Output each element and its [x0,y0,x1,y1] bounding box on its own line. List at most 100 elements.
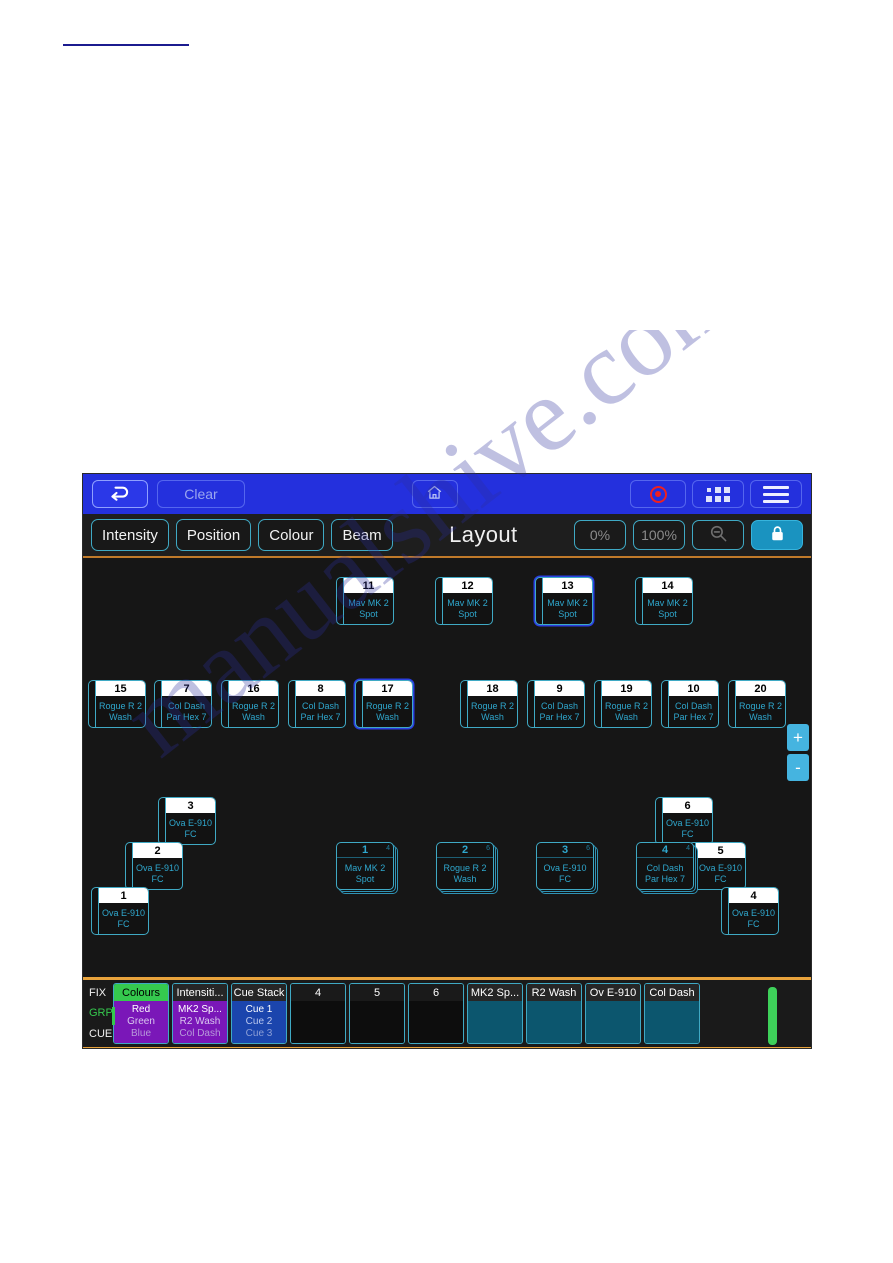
intensity-zero-button[interactable]: 0% [574,520,626,550]
group-tile-face: 1 4 Mav MK 2 Spot [336,842,394,890]
fixture-tile[interactable]: 8 Col Dash Par Hex 7 [288,680,346,728]
fixture-tile[interactable]: 3 Ova E-910 FC [158,797,216,845]
playback-column[interactable]: MK2 Sp... [467,983,523,1044]
fixture-intensity-strip [126,843,133,889]
fixture-tile[interactable]: 10 Col Dash Par Hex 7 [661,680,719,728]
record-button[interactable] [630,480,686,508]
document-page: manualshive.com Clear Intensity Position… [0,0,893,1263]
fixture-tile[interactable]: 19 Rogue R 2 Wash [594,680,652,728]
zoom-out-button[interactable] [692,520,744,550]
fixture-tile[interactable]: 12 Mav MK 2 Spot [435,577,493,625]
playback-item: Green [127,1016,155,1027]
fixture-type: Rogue R 2 Wash [231,700,276,722]
lighting-console-screenshot: Clear Intensity Position Colour Beam Lay… [82,473,812,1049]
undo-arrow-icon [109,485,131,504]
group-tile[interactable]: 2 6 Rogue R 2 Wash [436,842,498,894]
fixture-tile[interactable]: 16 Rogue R 2 Wash [221,680,279,728]
playback-column-body [468,1001,522,1043]
fixture-tile[interactable]: 9 Col Dash Par Hex 7 [527,680,585,728]
fixture-intensity-strip [356,681,363,727]
fixture-number: 12 [443,578,492,593]
playback-column-body [350,1001,404,1043]
fixture-intensity-strip [436,578,443,624]
group-number: 14 [337,843,393,858]
fixture-tile[interactable]: 4 Ova E-910 FC [721,887,779,935]
playback-column[interactable]: R2 Wash [526,983,582,1044]
playback-column[interactable]: Colours Red Green Blue [113,983,169,1044]
playback-mode-fix[interactable]: FIX [89,987,106,999]
fixture-type: Rogue R 2 Wash [738,700,783,722]
playback-column-header: Cue Stack [232,984,286,1001]
grand-master-fader[interactable] [768,987,777,1045]
intensity-full-button[interactable]: 100% [633,520,685,550]
fixture-type: Ova E-910 FC [665,817,710,839]
fixture-number: 14 [643,578,692,593]
fixture-tile[interactable]: 7 Col Dash Par Hex 7 [154,680,212,728]
fixture-tile[interactable]: 6 Ova E-910 FC [655,797,713,845]
fixture-type: Mav MK 2 Spot [647,597,688,619]
home-button[interactable] [411,480,458,508]
fixture-tile[interactable]: 13 Mav MK 2 Spot [535,577,593,625]
page-title: Layout [449,522,518,547]
zoom-in-button[interactable]: + [787,724,809,751]
tab-intensity[interactable]: Intensity [91,519,169,551]
zoom-out-step-button[interactable]: - [787,754,809,781]
group-tile[interactable]: 3 6 Ova E-910 FC [536,842,598,894]
intensity-zero-label: 0% [589,527,611,543]
playback-item: Cue 3 [245,1028,273,1039]
fixture-type: Rogue R 2 Wash [98,700,143,722]
menu-button[interactable] [750,480,802,508]
group-tile[interactable]: 1 4 Mav MK 2 Spot [336,842,398,894]
group-tile[interactable]: 4 4 Col Dash Par Hex 7 [636,842,698,894]
playback-column[interactable]: Ov E-910 [585,983,641,1044]
playback-column-body [409,1001,463,1043]
playback-column[interactable]: 5 [349,983,405,1044]
back-button[interactable] [92,480,148,508]
tab-position[interactable]: Position [175,519,252,551]
fixture-number: 10 [669,681,718,696]
fixture-number: 6 [663,798,712,813]
playback-item: Cue 2 [245,1016,273,1027]
attribute-toolbar: Intensity Position Colour Beam Layout 0%… [83,514,811,558]
playback-mode-cue[interactable]: CUE [89,1028,112,1040]
fixture-type: Ova E-910 FC [101,907,146,929]
fixture-intensity-strip [92,888,99,934]
fixture-tile[interactable]: 15 Rogue R 2 Wash [88,680,146,728]
playback-mode-grp[interactable]: GRP [89,1007,113,1019]
tab-beam[interactable]: Beam [331,519,393,551]
fixture-intensity-strip [289,681,296,727]
grid-view-button[interactable] [692,480,744,508]
fixture-tile[interactable]: 20 Rogue R 2 Wash [728,680,786,728]
fixture-tile[interactable]: 14 Mav MK 2 Spot [635,577,693,625]
fixture-type: Col Dash Par Hex 7 [300,700,341,722]
playback-column[interactable]: 6 [408,983,464,1044]
group-fixture-count: 4 [386,845,390,852]
clear-button[interactable]: Clear [157,480,245,508]
fixture-type: Ova E-910 FC [135,862,180,884]
fixture-tile[interactable]: 17 Rogue R 2 Wash [355,680,413,728]
playback-column-header: 5 [350,984,404,1001]
playback-column-body [291,1001,345,1043]
fixture-intensity-strip [155,681,162,727]
tab-colour-label: Colour [269,526,314,544]
playback-column[interactable]: 4 [290,983,346,1044]
playback-column[interactable]: Col Dash [644,983,700,1044]
playback-column-header: Col Dash [645,984,699,1001]
fixture-tile[interactable]: 1 Ova E-910 FC [91,887,149,935]
lock-icon [770,525,785,545]
playback-column[interactable]: Intensiti... MK2 Sp... R2 Wash Col Dash [172,983,228,1044]
fixture-tile[interactable]: 11 Mav MK 2 Spot [336,577,394,625]
fixture-tile[interactable]: 18 Rogue R 2 Wash [460,680,518,728]
fixture-number: 4 [729,888,778,903]
fixture-number: 1 [99,888,148,903]
fixture-tile[interactable]: 2 Ova E-910 FC [125,842,183,890]
fixture-number: 16 [229,681,278,696]
layout-canvas[interactable]: + - 11 Mav MK 2 Spot 12 Mav MK 2 Spot 13 Mav MK… [83,558,811,977]
tab-colour[interactable]: Colour [258,519,325,551]
playback-column-body [527,1001,581,1043]
tab-beam-label: Beam [342,526,382,544]
lock-button[interactable] [751,520,803,550]
playback-column[interactable]: Cue Stack Cue 1 Cue 2 Cue 3 [231,983,287,1044]
group-type: Ova E-910 FC [543,862,587,884]
zoom-out-icon [709,524,728,546]
